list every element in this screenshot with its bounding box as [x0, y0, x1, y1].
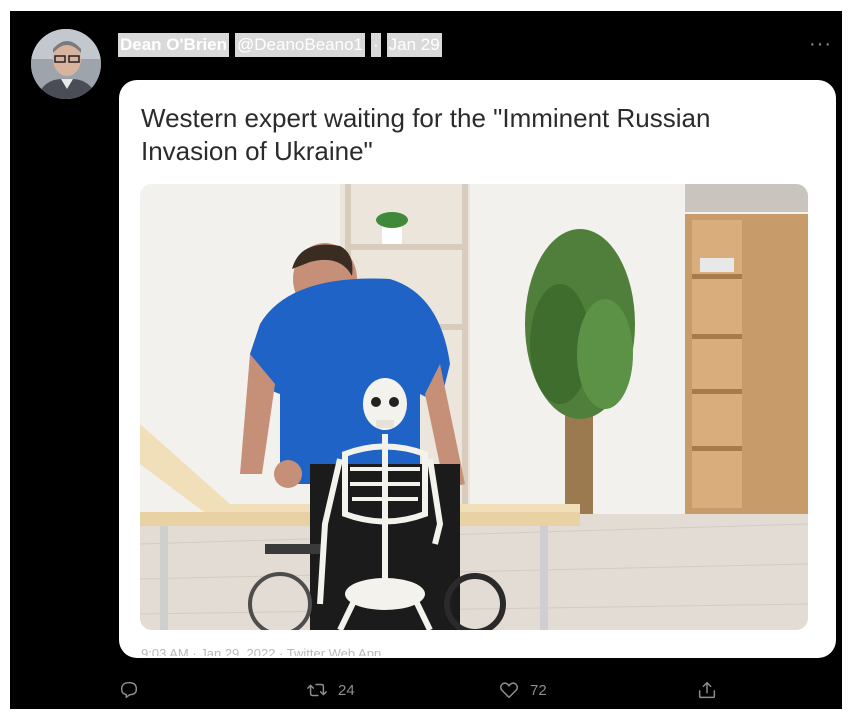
- like-button[interactable]: 72: [498, 679, 547, 701]
- author-handle[interactable]: @DeanoBeano1: [235, 33, 365, 57]
- tweet-container: Dean O'Brien @DeanoBeano1 · Jan 29 ··· W…: [10, 11, 842, 709]
- separator-dot: ·: [370, 33, 381, 57]
- action-bar: 24 72: [10, 669, 842, 709]
- retweet-count: 24: [338, 681, 355, 699]
- tweet-header: Dean O'Brien @DeanoBeano1 · Jan 29: [118, 32, 442, 58]
- author-name[interactable]: Dean O'Brien: [118, 33, 230, 57]
- clinic-photo: [140, 184, 808, 630]
- timestamp-text: 9:03 AM · Jan 29, 2022 · Twitter Web App: [141, 646, 382, 656]
- quoted-card[interactable]: Western expert waiting for the "Imminent…: [119, 80, 836, 658]
- reply-icon: [120, 681, 138, 699]
- avatar[interactable]: [31, 29, 101, 99]
- reply-button[interactable]: [118, 679, 140, 701]
- tweet-timestamp[interactable]: 9:03 AM · Jan 29, 2022 · Twitter Web App: [141, 640, 541, 656]
- more-icon[interactable]: ···: [809, 33, 832, 56]
- card-image[interactable]: [140, 184, 808, 630]
- like-count: 72: [530, 681, 547, 699]
- avatar-photo: [31, 29, 101, 99]
- share-button[interactable]: [696, 679, 718, 701]
- tweet-date[interactable]: Jan 29: [386, 33, 442, 57]
- retweet-icon: [307, 683, 327, 697]
- retweet-button[interactable]: 24: [306, 679, 355, 701]
- card-text: Western expert waiting for the "Imminent…: [141, 103, 711, 166]
- share-icon: [698, 681, 716, 699]
- like-icon: [499, 682, 519, 699]
